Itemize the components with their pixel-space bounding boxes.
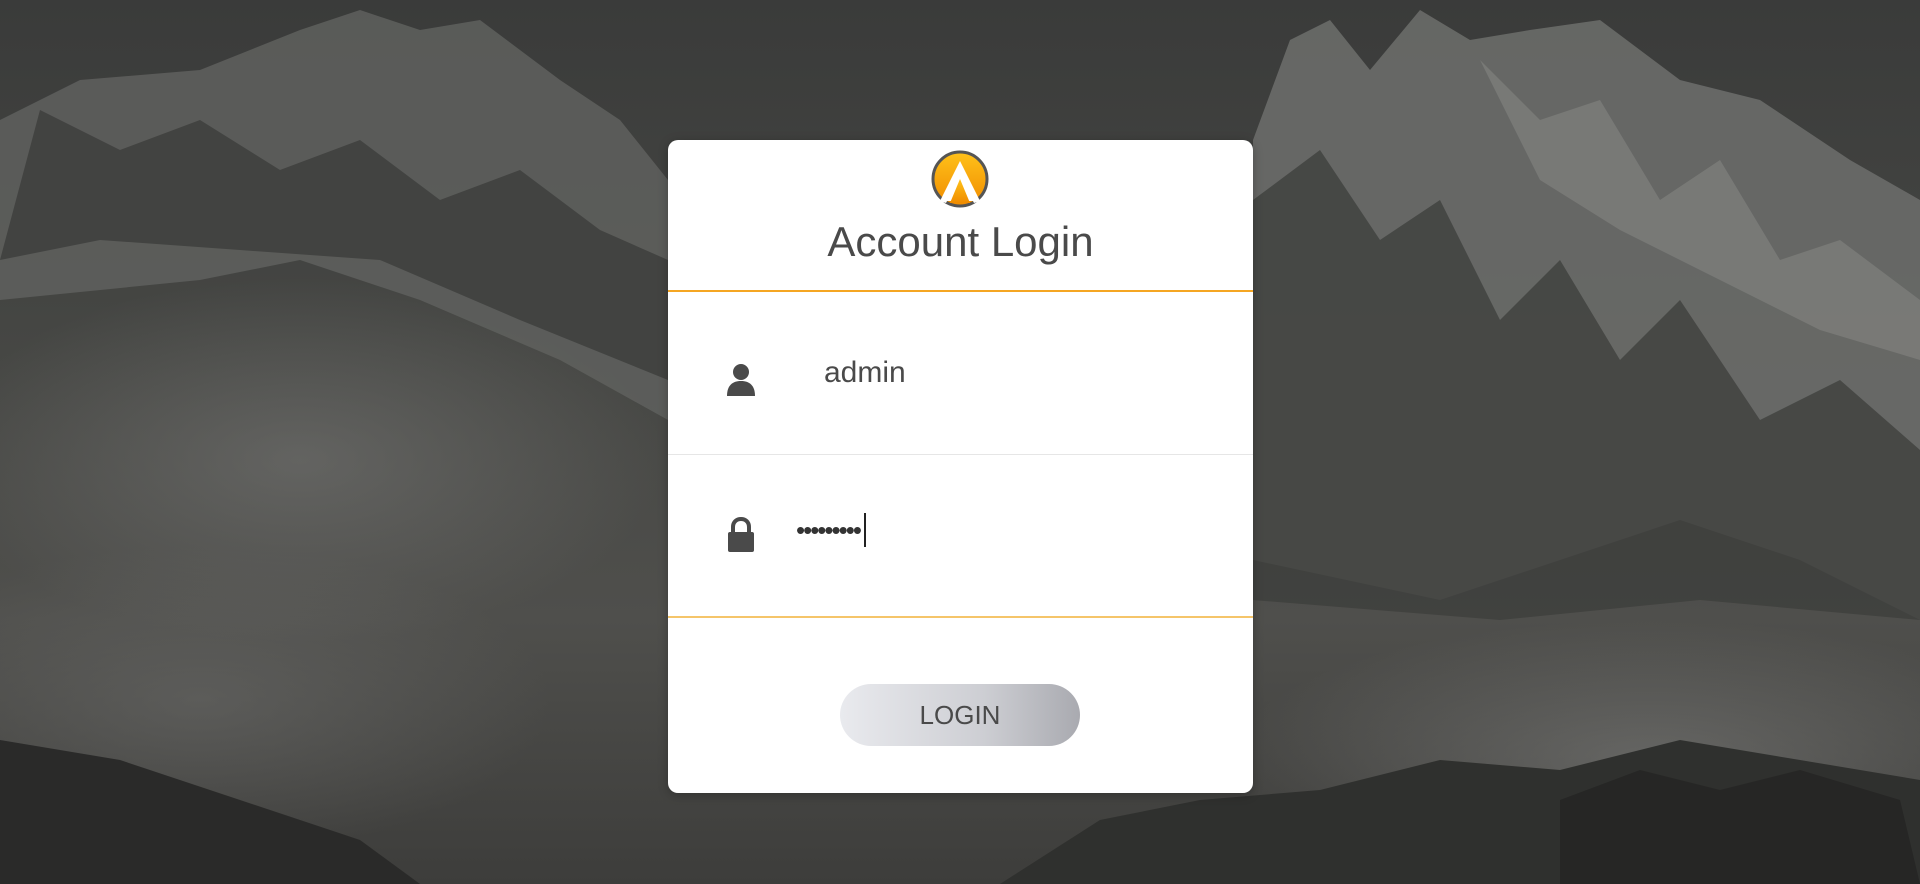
username-input[interactable] — [824, 348, 1204, 398]
login-button[interactable]: LOGIN — [840, 684, 1080, 746]
login-header: Account Login — [668, 140, 1253, 292]
text-caret — [863, 513, 866, 547]
page-title: Account Login — [827, 218, 1094, 265]
password-row: ••••••••• — [668, 455, 1253, 618]
lock-icon — [728, 517, 754, 552]
user-icon — [727, 364, 755, 396]
username-row — [668, 292, 1253, 455]
mountain-logo-icon — [931, 150, 989, 208]
password-mask: ••••••••• — [796, 514, 862, 545]
login-card: Account Login ••••••••• LOGIN — [668, 140, 1253, 793]
password-input[interactable]: ••••••••• — [796, 505, 1176, 555]
